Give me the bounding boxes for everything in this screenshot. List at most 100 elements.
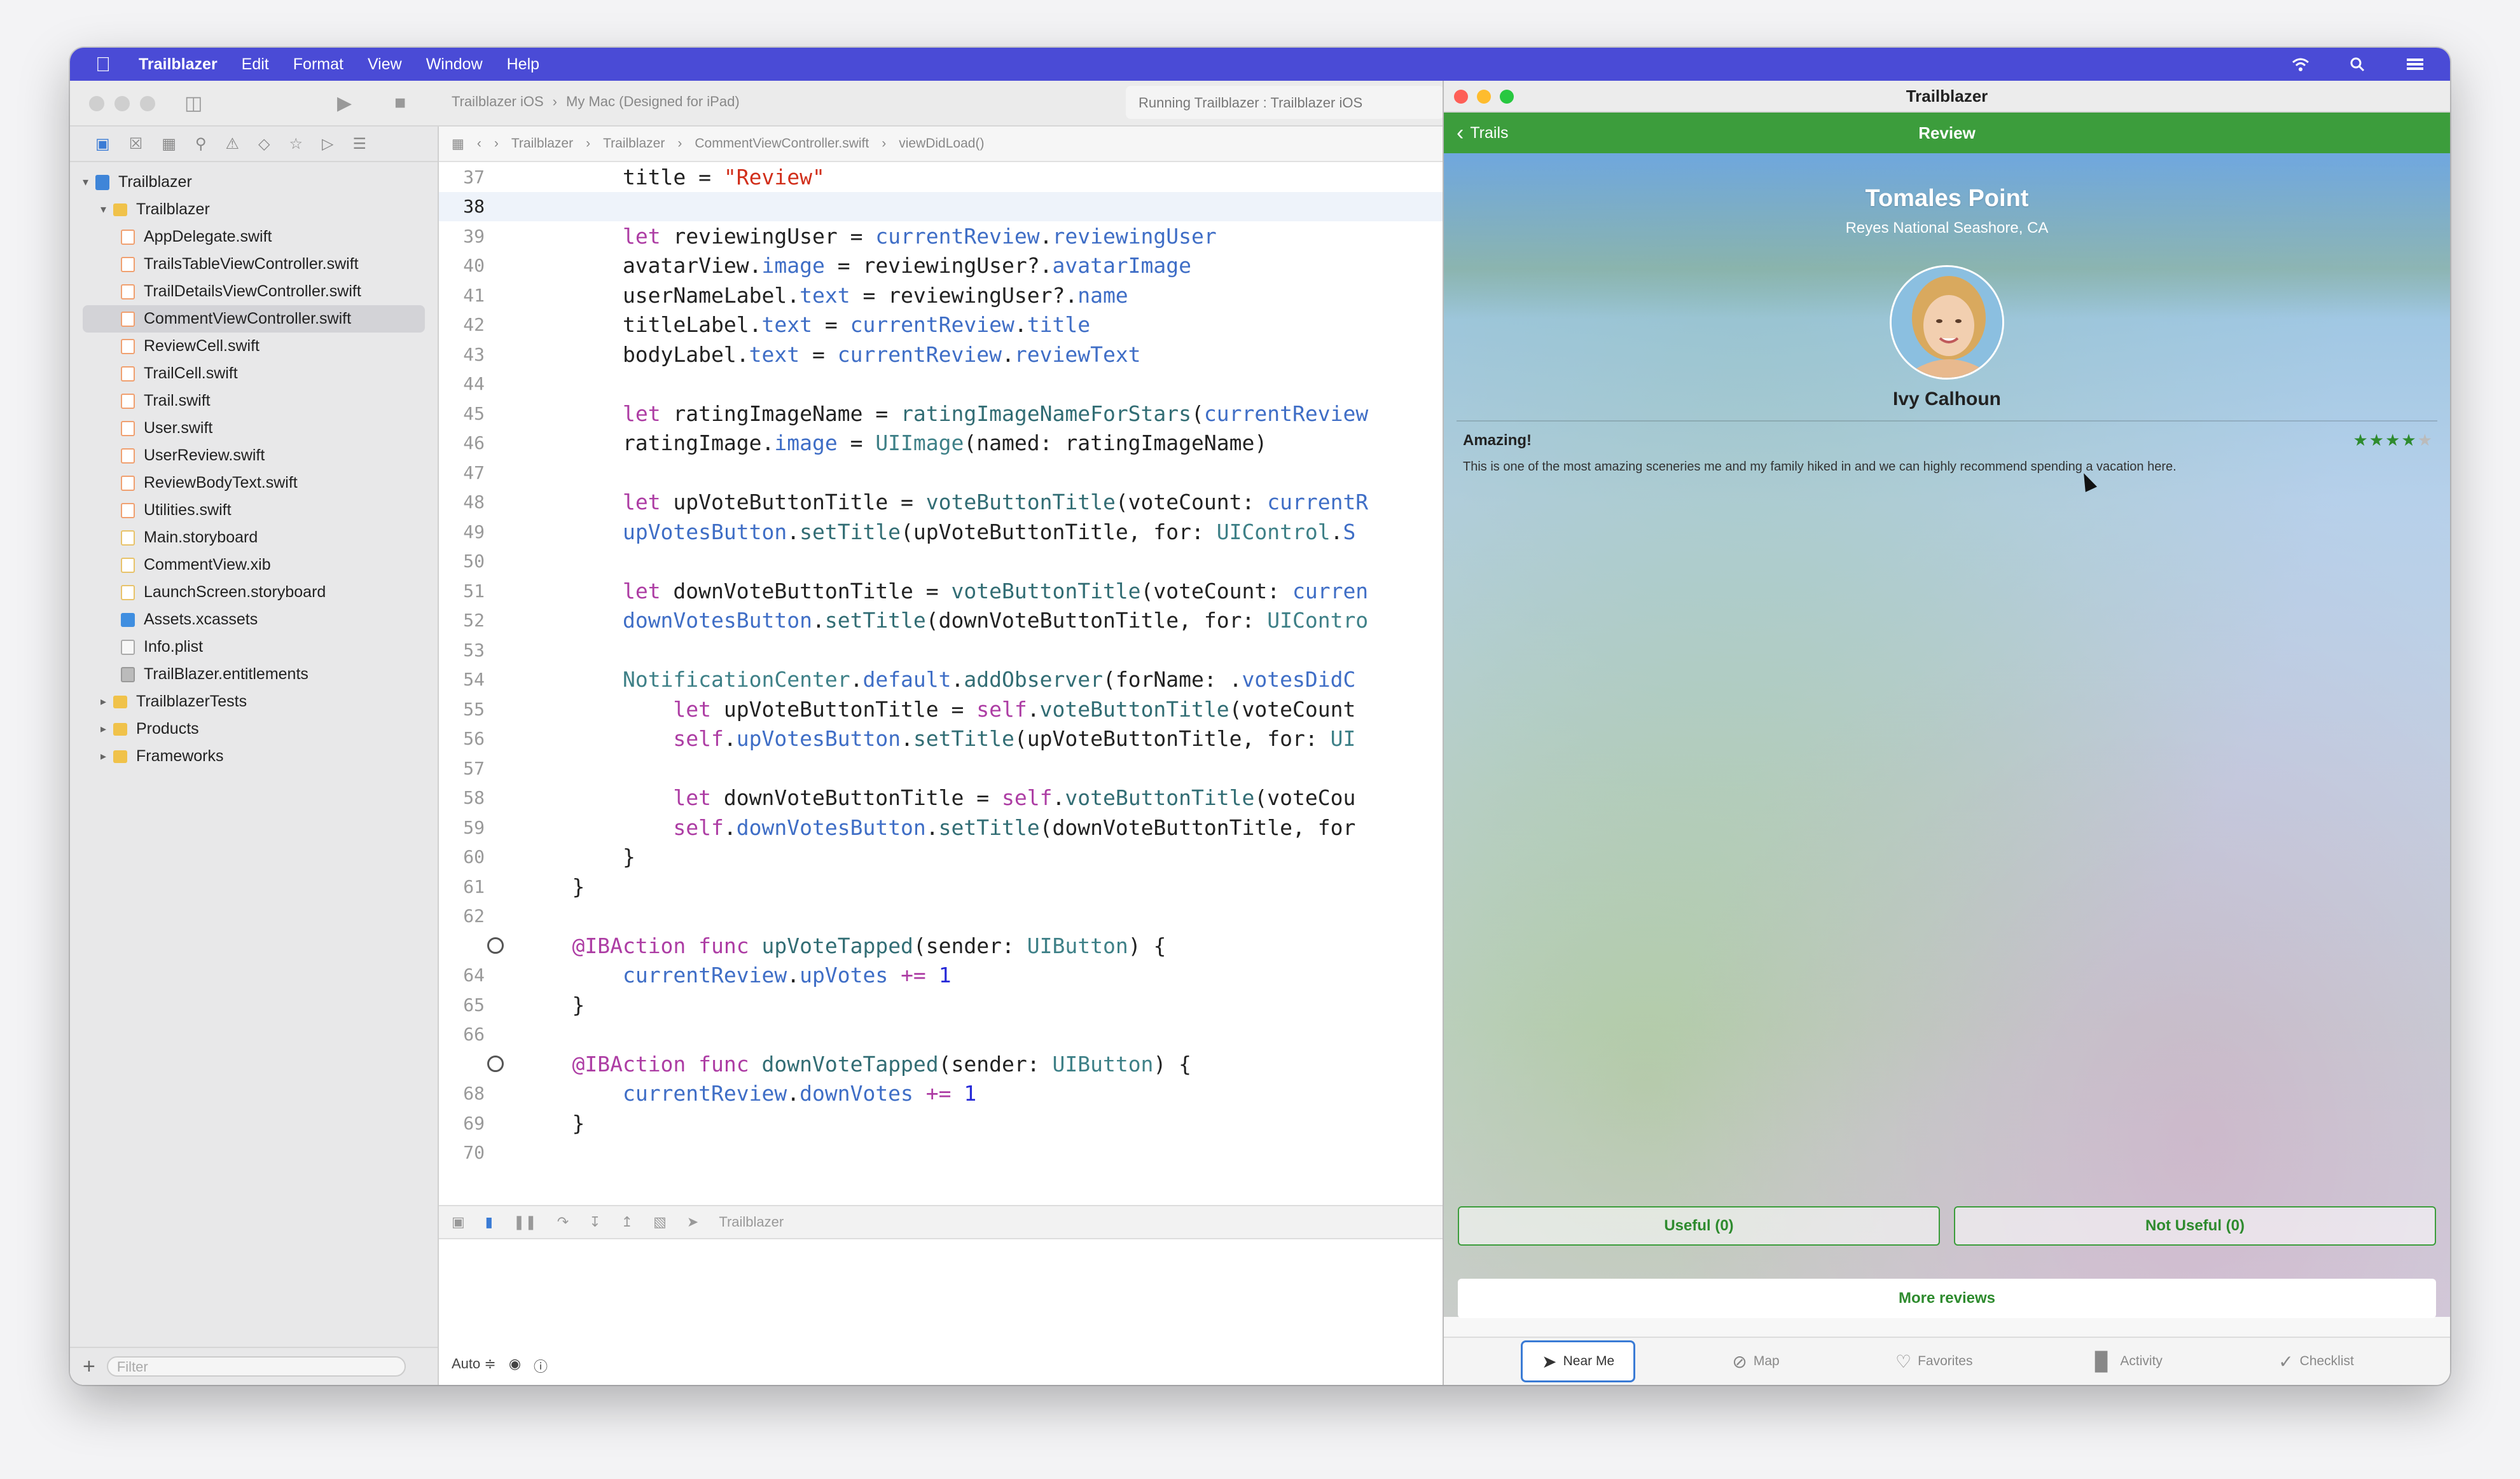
source-control-icon[interactable]: ☒: [129, 135, 143, 153]
file-row[interactable]: User.swift: [70, 415, 438, 442]
breakpoints-toggle-icon[interactable]: ▮: [485, 1214, 493, 1230]
line-number[interactable]: 53: [439, 640, 502, 661]
menu-window[interactable]: Window: [426, 55, 483, 74]
spotlight-search-icon[interactable]: [2348, 56, 2367, 72]
line-number[interactable]: 64: [439, 965, 502, 986]
code-line[interactable]: 57: [439, 753, 1443, 783]
code-line[interactable]: 50: [439, 547, 1443, 577]
code-line[interactable]: 65 }: [439, 990, 1443, 1020]
group-row[interactable]: ▸ Frameworks: [70, 743, 438, 770]
line-number[interactable]: 51: [439, 581, 502, 602]
file-row[interactable]: CommentViewController.swift: [83, 305, 425, 333]
line-number[interactable]: 70: [439, 1142, 502, 1163]
line-number[interactable]: 45: [439, 403, 502, 424]
ibaction-connection-icon[interactable]: [487, 937, 504, 954]
tab-near-me[interactable]: ➤ Near Me: [1521, 1340, 1636, 1382]
forward-icon[interactable]: ›: [494, 136, 499, 151]
line-number[interactable]: 66: [439, 1024, 502, 1045]
breadcrumb-group[interactable]: Trailblazer: [603, 136, 665, 151]
run-destination[interactable]: My Mac (Designed for iPad): [566, 93, 740, 110]
line-number[interactable]: 68: [439, 1083, 502, 1104]
code-line[interactable]: 62: [439, 902, 1443, 932]
code-line[interactable]: 53: [439, 635, 1443, 665]
line-number[interactable]: 52: [439, 610, 502, 631]
console-mode-select[interactable]: Auto ≑: [452, 1356, 496, 1376]
view-debugger-icon[interactable]: ▧: [653, 1214, 667, 1230]
group-row[interactable]: ▸ TrailblazerTests: [70, 688, 438, 715]
menu-help[interactable]: Help: [507, 55, 539, 74]
code-line[interactable]: 47: [439, 458, 1443, 488]
step-out-icon[interactable]: ↥: [621, 1214, 633, 1230]
line-number[interactable]: 49: [439, 521, 502, 542]
test-icon[interactable]: ◇: [258, 135, 270, 153]
file-row[interactable]: CommentView.xib: [70, 551, 438, 579]
file-row[interactable]: TrailBlazer.entitlements: [70, 661, 438, 688]
code-line[interactable]: 56 self.upVotesButton.setTitle(upVoteBut…: [439, 724, 1443, 754]
file-row[interactable]: Utilities.swift: [70, 497, 438, 524]
info-icon[interactable]: ⓘ: [534, 1356, 548, 1376]
line-number[interactable]: 57: [439, 758, 502, 779]
file-row[interactable]: UserReview.swift: [70, 442, 438, 469]
file-row[interactable]: Assets.xcassets: [70, 606, 438, 633]
line-number[interactable]: 44: [439, 373, 502, 394]
file-row[interactable]: Main.storyboard: [70, 524, 438, 551]
code-line[interactable]: 42 titleLabel.text = currentReview.title: [439, 310, 1443, 340]
line-number[interactable]: 50: [439, 551, 502, 572]
app-close-button[interactable]: [1454, 90, 1468, 104]
breadcrumb-file[interactable]: CommentViewController.swift: [695, 136, 869, 151]
run-button-icon[interactable]: ▶: [337, 92, 352, 114]
minimize-window-button[interactable]: [114, 96, 130, 111]
tree-project-row[interactable]: ▾ Trailblazer: [70, 169, 438, 196]
add-file-icon[interactable]: +: [83, 1354, 95, 1379]
useful-button[interactable]: Useful (0): [1458, 1206, 1940, 1246]
code-line[interactable]: 60 }: [439, 843, 1443, 872]
breadcrumb-project[interactable]: Trailblazer: [511, 136, 573, 151]
line-number[interactable]: 61: [439, 876, 502, 897]
eye-icon[interactable]: ◉: [509, 1356, 521, 1376]
tab-map[interactable]: ⊘ Map: [1713, 1340, 1798, 1382]
code-line[interactable]: 49 upVotesButton.setTitle(upVoteButtonTi…: [439, 517, 1443, 547]
code-line[interactable]: 70: [439, 1138, 1443, 1168]
app-minimize-button[interactable]: [1477, 90, 1491, 104]
ibaction-connection-icon[interactable]: [487, 1056, 504, 1073]
search-icon[interactable]: ⚲: [195, 135, 207, 153]
line-number[interactable]: 41: [439, 285, 502, 306]
debug-icon[interactable]: ☆: [289, 135, 303, 153]
line-number[interactable]: 38: [439, 196, 502, 217]
wifi-icon[interactable]: [2291, 56, 2310, 72]
menu-view[interactable]: View: [368, 55, 402, 74]
code-line[interactable]: 37 title = "Review": [439, 162, 1443, 192]
location-icon[interactable]: ➤: [687, 1214, 698, 1230]
disclosure-closed-icon[interactable]: ▸: [100, 695, 113, 708]
debug-console[interactable]: Auto ≑ ◉ ⓘ: [439, 1239, 1443, 1385]
code-line[interactable]: 39 let reviewingUser = currentReview.rev…: [439, 221, 1443, 251]
line-number[interactable]: 58: [439, 787, 502, 808]
code-line[interactable]: 51 let downVoteButtonTitle = voteButtonT…: [439, 576, 1443, 606]
code-line[interactable]: @IBAction func downVoteTapped(sender: UI…: [439, 1049, 1443, 1079]
line-number[interactable]: 46: [439, 432, 502, 453]
code-line[interactable]: 68 currentReview.downVotes += 1: [439, 1079, 1443, 1109]
code-line[interactable]: 61 }: [439, 872, 1443, 902]
disclosure-open-icon[interactable]: ▾: [100, 203, 113, 216]
file-row[interactable]: AppDelegate.swift: [70, 223, 438, 251]
code-line[interactable]: 66: [439, 1020, 1443, 1050]
line-number[interactable]: 42: [439, 314, 502, 335]
not-useful-button[interactable]: Not Useful (0): [1954, 1206, 2436, 1246]
line-number[interactable]: 43: [439, 344, 502, 365]
code-line[interactable]: 58 let downVoteButtonTitle = self.voteBu…: [439, 783, 1443, 813]
control-center-icon[interactable]: [2406, 56, 2425, 72]
code-line[interactable]: 46 ratingImage.image = UIImage(named: ra…: [439, 429, 1443, 458]
menu-edit[interactable]: Edit: [242, 55, 269, 74]
line-number[interactable]: 47: [439, 462, 502, 483]
code-line[interactable]: 64 currentReview.upVotes += 1: [439, 961, 1443, 991]
tab-activity[interactable]: ▐▌ Activity: [2070, 1340, 2182, 1382]
code-line[interactable]: 52 downVotesButton.setTitle(downVoteButt…: [439, 606, 1443, 636]
source-editor[interactable]: 37 title = "Review" 38 39 let reviewingUse…: [439, 162, 1443, 1205]
disclosure-closed-icon[interactable]: ▸: [100, 722, 113, 736]
code-line[interactable]: 44: [439, 369, 1443, 399]
code-line[interactable]: 54 NotificationCenter.default.addObserve…: [439, 665, 1443, 695]
sidebar-toggle-icon[interactable]: ◫: [184, 92, 202, 114]
line-number[interactable]: 60: [439, 846, 502, 867]
menu-app-name[interactable]: Trailblazer: [139, 55, 218, 74]
report-icon[interactable]: ☰: [352, 135, 366, 153]
